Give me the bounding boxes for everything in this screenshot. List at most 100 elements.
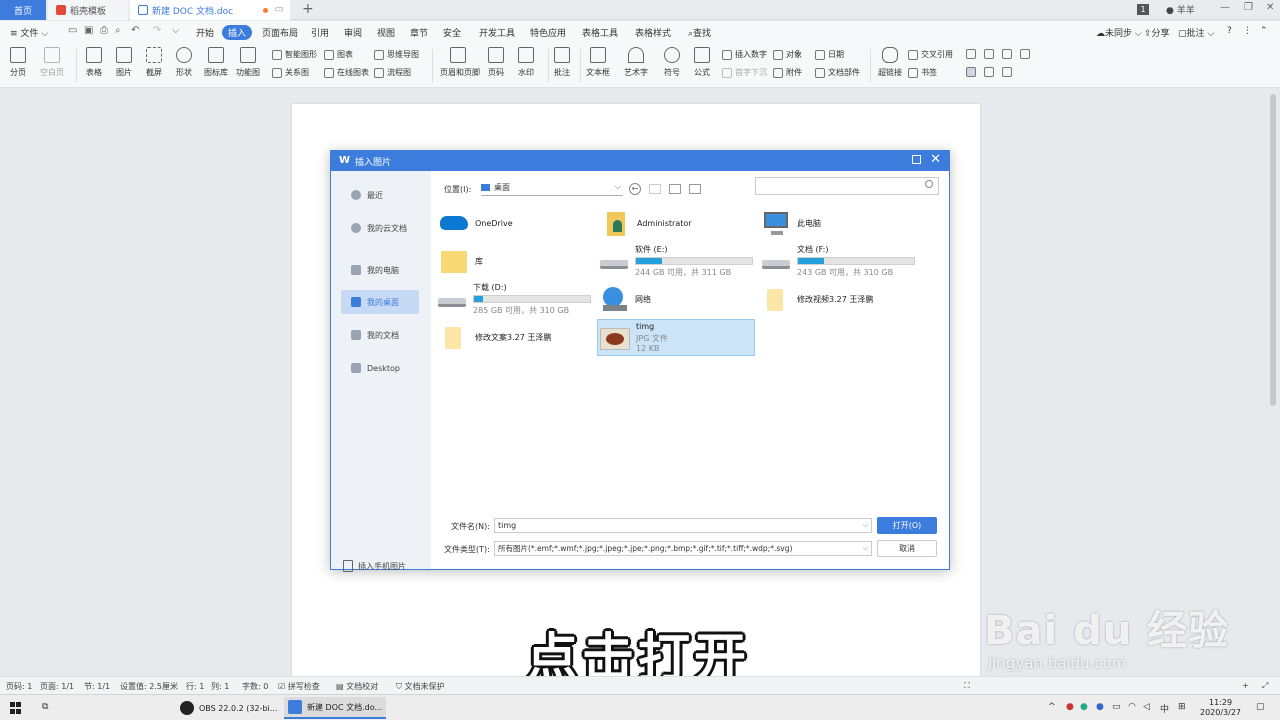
ime-mode-icon[interactable]: ⊞ (1178, 702, 1186, 712)
shapes-button[interactable]: 形状 (166, 47, 202, 78)
header-footer-button[interactable]: 页眉和页脚 (440, 47, 480, 78)
user-account[interactable]: ● 羊羊 (1166, 3, 1195, 16)
more-icon[interactable]: ⋮ (1243, 26, 1252, 36)
icon-library-button[interactable]: 图标库 (198, 47, 234, 78)
customize-toolbar-icon[interactable]: ⌵ (172, 25, 180, 36)
file-item-this-pc[interactable]: 此电脑 (761, 205, 911, 241)
undo-icon[interactable]: ↶ (131, 25, 139, 36)
wordart-button[interactable]: 艺术字 (618, 47, 654, 78)
sidebar-item-my-desktop[interactable]: 我的桌面 (341, 290, 419, 314)
close-window-icon[interactable]: ✕ (1266, 2, 1274, 13)
print-icon[interactable]: ⎙ (100, 25, 108, 36)
cancel-button[interactable]: 取消 (877, 540, 937, 557)
watermark-button[interactable]: 水印 (508, 47, 544, 78)
file-item-copy-folder[interactable]: 修改文案3.27 王泽鹏 (439, 319, 599, 355)
fullscreen-icon[interactable]: ⛶ (964, 681, 970, 691)
tray-app-icon[interactable]: ● (1096, 702, 1104, 712)
sidebar-item-my-computer[interactable]: 我的电脑 (341, 258, 419, 282)
sidebar-item-my-documents[interactable]: 我的文档 (341, 323, 419, 347)
smart-art-button[interactable]: 智能图形 (272, 49, 317, 60)
chevron-down-icon[interactable]: ⌵ (863, 519, 868, 532)
sidebar-item-desktop[interactable]: Desktop (341, 356, 419, 380)
file-item-library[interactable]: 库 (439, 243, 589, 279)
close-tab-icon[interactable]: ▭ (275, 4, 284, 15)
filetype-select[interactable]: 所有图片(*.emf;*.wmf;*.jpg;*.jpeg;*.jpe;*.pn… (494, 541, 872, 556)
file-item-drive-e[interactable]: 软件 (E:) 244 GB 可用，共 311 GB (599, 243, 759, 279)
tray-expand-icon[interactable]: ^ (1048, 702, 1056, 712)
tray-wechat-icon[interactable]: ● (1080, 702, 1088, 712)
layout-option-4[interactable] (1020, 49, 1033, 59)
layout-option-5[interactable] (966, 67, 979, 77)
comment-insert-button[interactable]: 批注 (544, 47, 580, 78)
zoom-in-icon[interactable]: + (1242, 681, 1249, 690)
file-item-drive-f[interactable]: 文档 (F:) 243 GB 可用，共 310 GB (761, 243, 921, 279)
up-folder-icon[interactable] (649, 184, 661, 194)
taskbar-app-obs[interactable]: OBS 22.0.2 (32-bi... (176, 697, 281, 719)
doc-parts-button[interactable]: 文档部件 (815, 67, 860, 78)
file-item-onedrive[interactable]: OneDrive (439, 205, 589, 241)
sidebar-item-recent[interactable]: 最近 (341, 183, 419, 207)
layout-option-1[interactable] (966, 49, 979, 59)
menu-start[interactable]: 开始 (196, 26, 214, 39)
layout-option-2[interactable] (984, 49, 997, 59)
comment-button[interactable]: ▢批注 ⌵ (1178, 26, 1214, 39)
blank-page-button[interactable]: 空白页 (34, 47, 70, 78)
menu-find[interactable]: ⌕查找 (688, 26, 711, 39)
view-mode-icon[interactable] (689, 184, 701, 194)
open-button[interactable]: 打开(O) (877, 517, 937, 534)
new-tab-button[interactable]: + (302, 1, 314, 17)
mindmap-button[interactable]: 思维导图 (374, 49, 419, 60)
layout-option-3[interactable] (1002, 49, 1015, 59)
formula-button[interactable]: 公式 (684, 47, 720, 78)
spell-check-toggle[interactable]: ☑ 拼写检查 (278, 681, 320, 692)
sync-status[interactable]: ☁未同步 ⌵ (1096, 26, 1142, 39)
textbox-button[interactable]: 文本框 (580, 47, 616, 78)
vertical-scrollbar[interactable] (1270, 94, 1276, 406)
location-dropdown[interactable]: 桌面 ⌵ (481, 180, 623, 196)
menu-page-layout[interactable]: 页面布局 (262, 26, 298, 39)
attachment-button[interactable]: 附件 (773, 67, 802, 78)
tab-home[interactable]: 首页 (0, 0, 46, 20)
file-item-administrator[interactable]: Administrator (601, 205, 751, 241)
file-item-video-folder[interactable]: 修改视频3.27 王泽鹏 (761, 281, 931, 317)
close-dialog-icon[interactable]: ✕ (930, 152, 941, 167)
minimize-icon[interactable]: — (1220, 2, 1230, 13)
windows-start-icon[interactable] (10, 702, 22, 714)
ime-indicator[interactable]: 中 (1160, 702, 1169, 715)
new-folder-icon[interactable] (669, 184, 681, 194)
menu-review[interactable]: 审阅 (344, 26, 362, 39)
menu-chapter[interactable]: 章节 (410, 26, 428, 39)
menu-developer[interactable]: 开发工具 (479, 26, 515, 39)
search-input[interactable] (755, 177, 939, 195)
menu-security[interactable]: 安全 (443, 26, 461, 39)
folder-open-icon[interactable]: ▭ (68, 25, 77, 36)
date-button[interactable]: 日期 (815, 49, 844, 60)
menu-view[interactable]: 视图 (377, 26, 395, 39)
drop-cap-button[interactable]: 首字下沉 (722, 67, 767, 78)
file-item-network[interactable]: 网络 (599, 281, 749, 317)
insert-number-button[interactable]: 插入数字 (722, 49, 767, 60)
menu-table-style[interactable]: 表格样式 (635, 26, 671, 39)
collapse-ribbon-icon[interactable]: ⌃ (1260, 26, 1268, 36)
flowchart-button[interactable]: 流程图 (374, 67, 411, 78)
taskbar-app-wps[interactable]: 新建 DOC 文档.do... (284, 697, 387, 719)
print-preview-icon[interactable]: ⌕ (115, 25, 121, 36)
insert-phone-picture-button[interactable]: 插入手机图片 (343, 560, 406, 572)
redo-icon[interactable]: ↷ (153, 25, 161, 36)
notifications-icon[interactable]: ▢ (1256, 702, 1265, 712)
zoom-fit-icon[interactable]: ⤢ (1262, 681, 1268, 691)
doc-protection-button[interactable]: ⛉ 文档未保护 (396, 681, 445, 692)
relation-button[interactable]: 关系图 (272, 67, 309, 78)
tray-app-icon[interactable]: ● (1066, 702, 1074, 712)
hyperlink-button[interactable]: 超链接 (872, 47, 908, 78)
menu-special[interactable]: 特色应用 (530, 26, 566, 39)
volume-icon[interactable]: ◁ (1143, 702, 1150, 712)
back-icon[interactable]: ← (629, 183, 641, 195)
file-item-timg[interactable]: timg JPG 文件 12 KB (597, 319, 755, 356)
online-chart-button[interactable]: 在线图表 (324, 67, 369, 78)
chart-button[interactable]: 图表 (324, 49, 353, 60)
layout-option-7[interactable] (1002, 67, 1015, 77)
network-tray-icon[interactable]: ▭ (1112, 702, 1121, 712)
task-view-icon[interactable]: ⧉ (42, 702, 48, 712)
save-icon[interactable]: ▣ (84, 25, 93, 36)
